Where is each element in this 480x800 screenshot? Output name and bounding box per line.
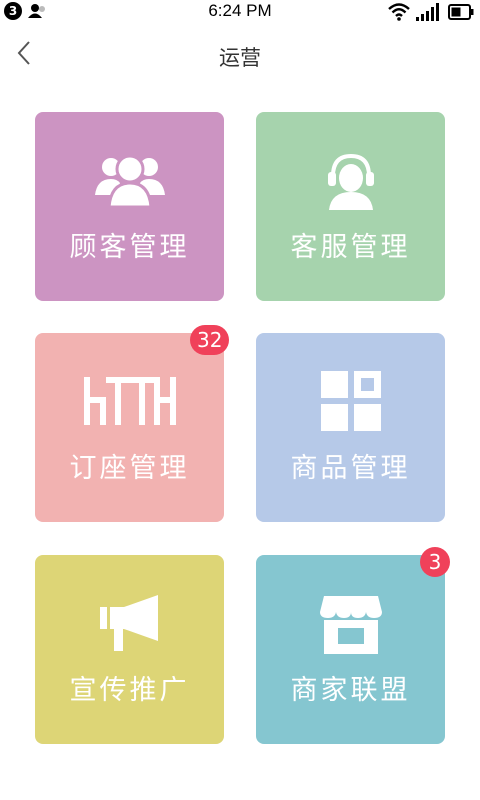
tile-product-management[interactable]: 商品管理 <box>256 333 445 522</box>
tile-label: 顾客管理 <box>69 232 190 263</box>
tile-customer-management[interactable]: 顾客管理 <box>35 112 224 301</box>
tile-merchant-alliance[interactable]: 商家联盟 3 <box>256 547 450 744</box>
battery-icon <box>448 4 474 20</box>
unread-badge: 3 <box>420 547 450 577</box>
status-bar: 3 6:24 PM <box>0 0 480 24</box>
header: 运营 <box>0 24 480 86</box>
tile-label: 商家联盟 <box>290 675 411 706</box>
grid-blocks-icon <box>256 369 445 433</box>
unread-badge: 32 <box>190 325 230 355</box>
megaphone-icon <box>35 591 224 655</box>
status-right <box>388 3 474 21</box>
wifi-icon <box>388 3 410 21</box>
users-icon <box>35 148 224 212</box>
tile-label: 商品管理 <box>290 453 411 484</box>
page-title: 运营 <box>219 46 261 70</box>
tile-label: 订座管理 <box>69 453 190 484</box>
tile-promotion[interactable]: 宣传推广 <box>35 555 224 744</box>
tile-seat-booking-management[interactable]: 订座管理 32 <box>35 325 230 522</box>
headset-agent-icon <box>256 148 445 212</box>
tile-service-management[interactable]: 客服管理 <box>256 112 445 301</box>
tile-label: 客服管理 <box>290 232 411 263</box>
signal-icon <box>416 3 439 21</box>
storefront-icon <box>256 591 445 655</box>
tile-label: 宣传推广 <box>69 675 190 706</box>
htth-logo-icon <box>35 369 224 433</box>
